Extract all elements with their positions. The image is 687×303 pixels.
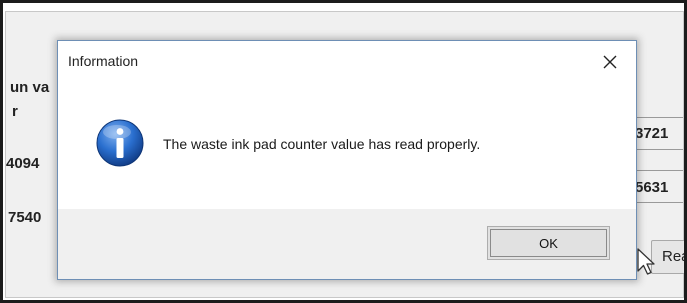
background-label: r — [12, 103, 18, 120]
dialog-content: The waste ink pad counter value has read… — [58, 81, 636, 209]
background-value: 5631 — [635, 179, 669, 196]
dialog-titlebar[interactable]: Information — [58, 41, 636, 81]
info-icon — [96, 119, 144, 167]
mouse-cursor-icon — [637, 248, 655, 275]
background-field-border — [633, 170, 683, 171]
background-field-border — [633, 117, 683, 118]
background-field-border — [633, 149, 683, 150]
background-value: 7540 — [8, 209, 42, 226]
dialog-message: The waste ink pad counter value has read… — [163, 136, 481, 152]
screenshot-frame: un va r 4094 7540 3721 5631 Rea Informat… — [3, 3, 684, 300]
background-label: un va — [10, 79, 50, 96]
background-value: 3721 — [635, 125, 669, 142]
dialog-title: Information — [68, 53, 139, 69]
close-button[interactable] — [592, 47, 628, 77]
close-icon — [603, 55, 617, 69]
information-dialog: Information The waste ink pad counter va… — [57, 40, 637, 280]
dialog-footer: OK — [58, 209, 636, 279]
background-field-border — [633, 202, 683, 203]
ok-button[interactable]: OK — [487, 226, 610, 260]
background-value: 4094 — [6, 155, 40, 172]
